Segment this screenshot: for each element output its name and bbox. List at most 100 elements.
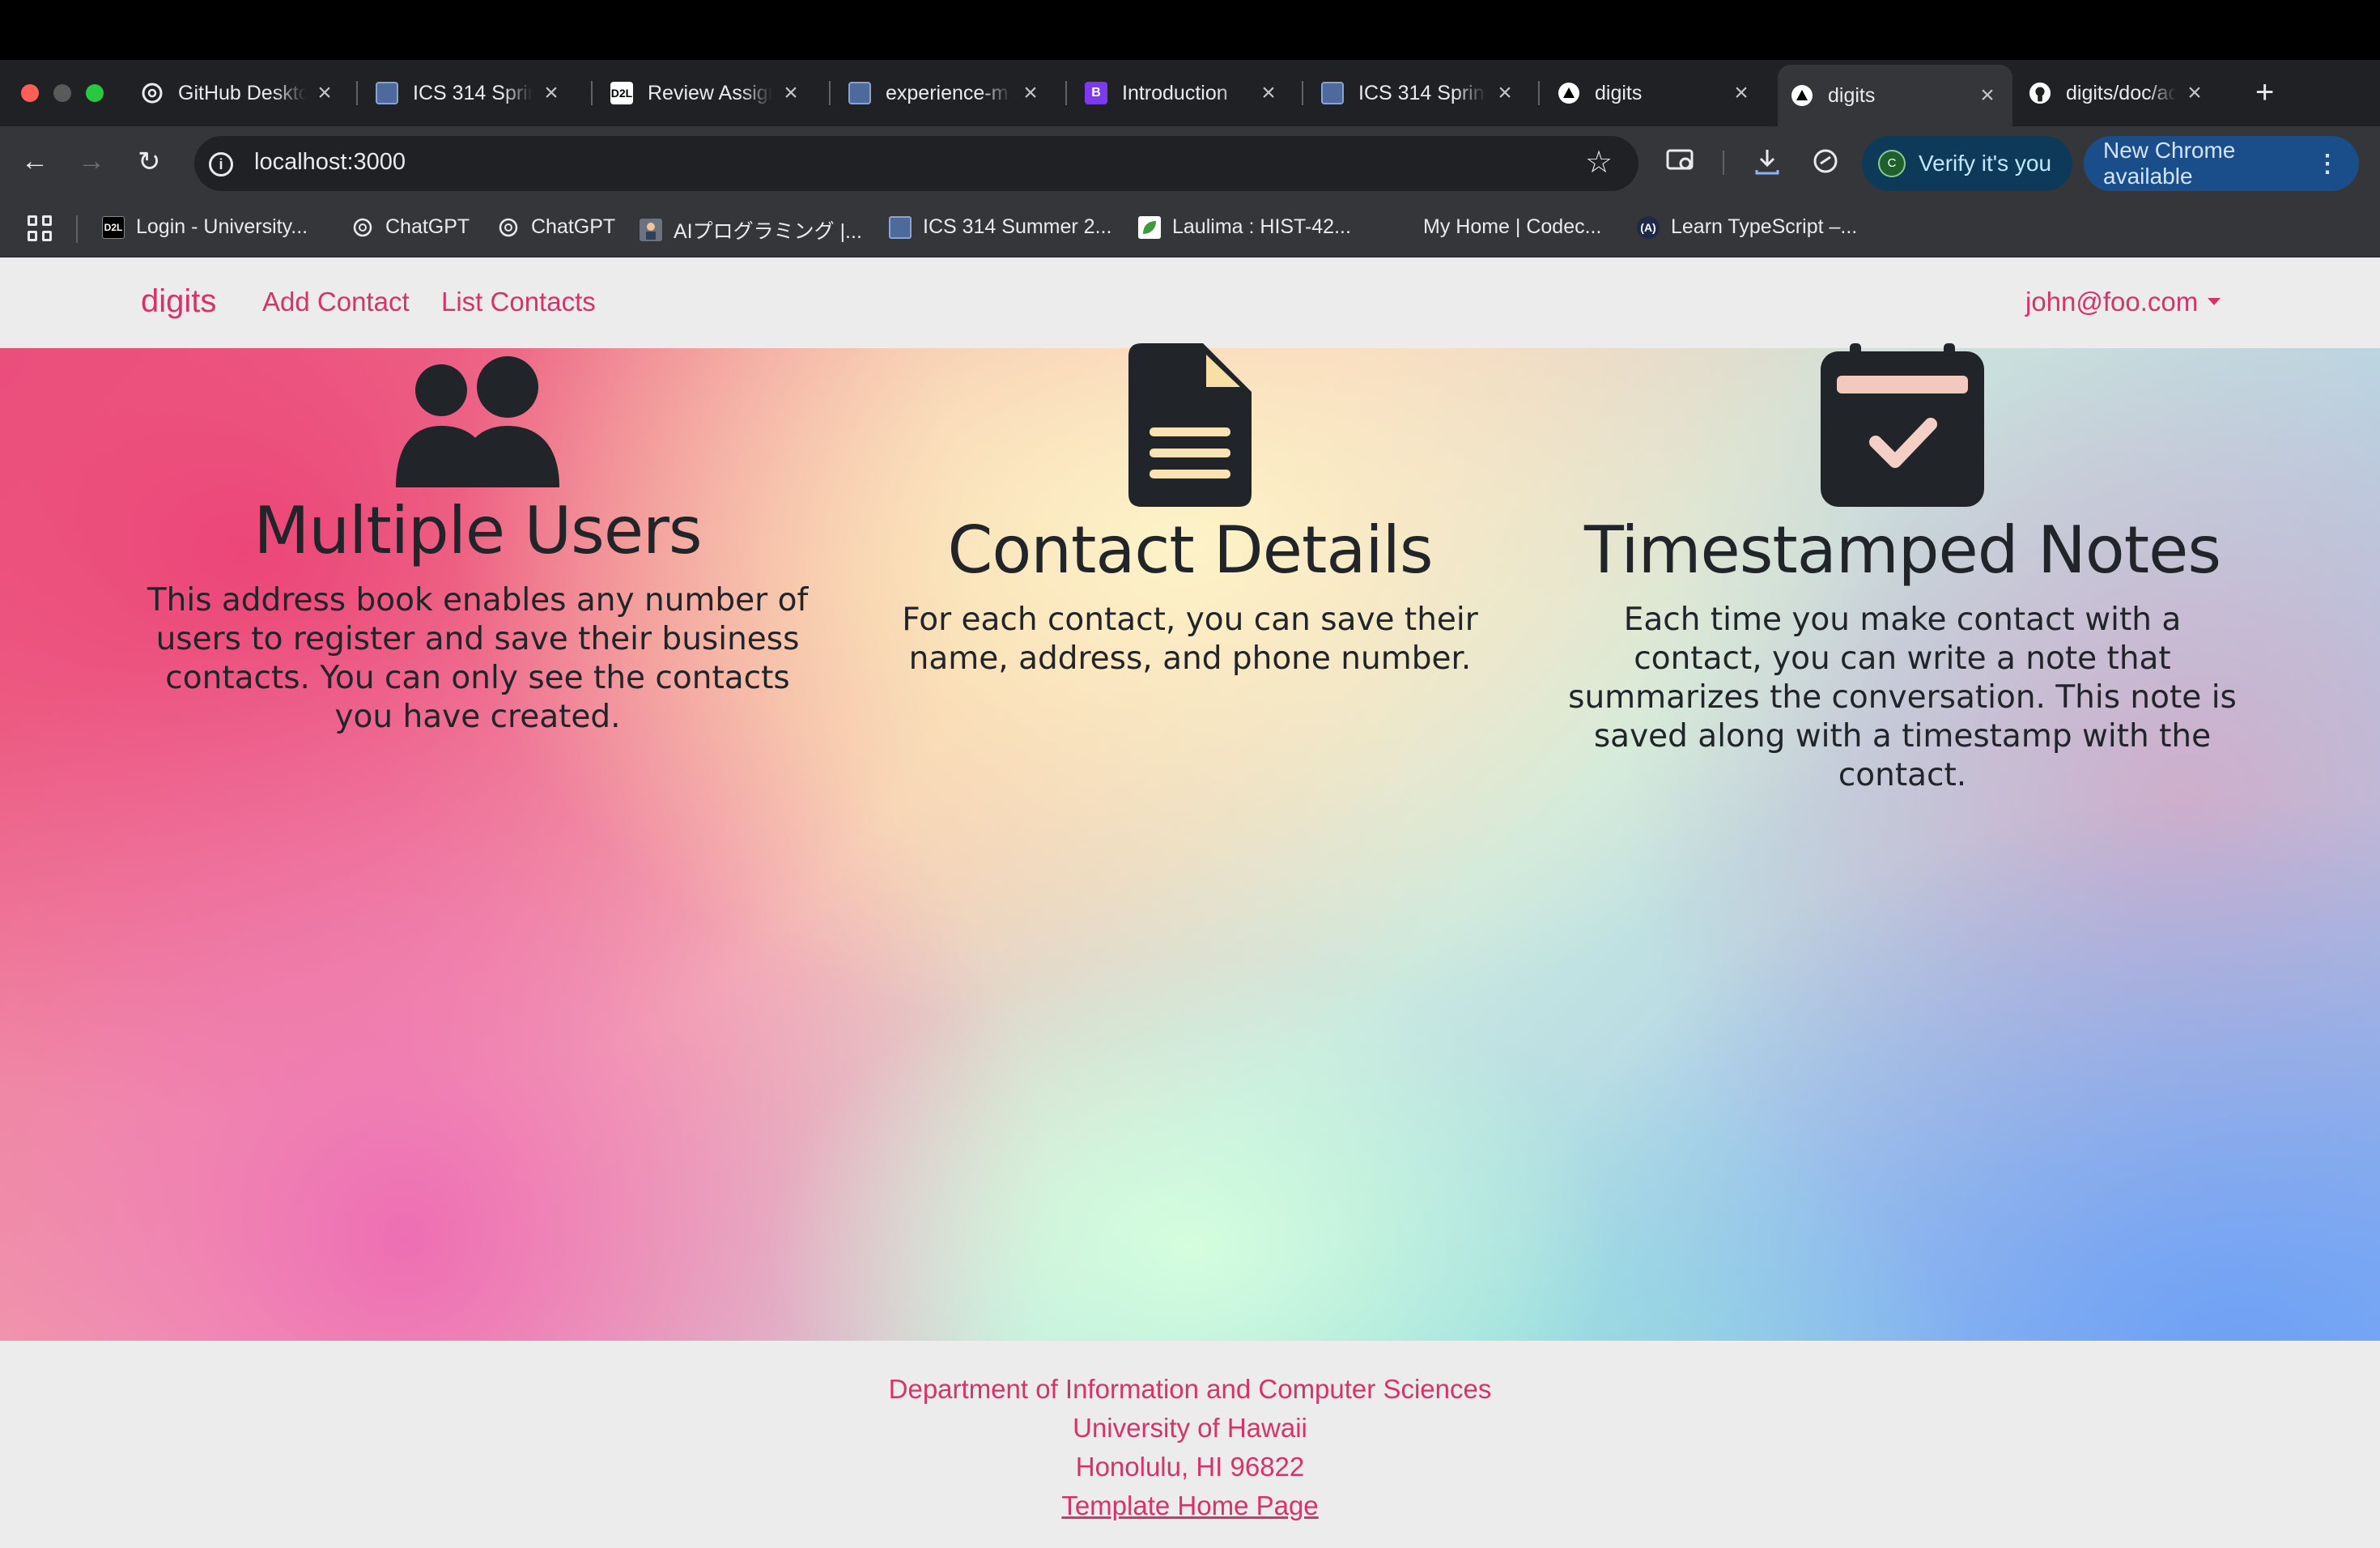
close-icon[interactable]: ×	[1018, 79, 1043, 107]
nav-list-contacts[interactable]: List Contacts	[441, 287, 596, 317]
openai-icon	[351, 216, 374, 239]
feature-description: For each contact, you can save their nam…	[902, 602, 1478, 677]
person-icon	[640, 219, 662, 241]
new-chrome-available-button[interactable]: New Chrome available ⋮	[2084, 136, 2359, 191]
close-icon[interactable]: ×	[1975, 82, 2000, 109]
bookmark-laulima-hist[interactable]: Laulima : HIST-42...	[1138, 215, 1351, 239]
bookmark-label: Learn TypeScript –...	[1671, 215, 1858, 238]
tab-review-assignments[interactable]: D2L Review Assignments ×	[597, 66, 816, 120]
tab-title: ICS 314 Spring	[413, 81, 533, 104]
bookmark-label: Login - University...	[136, 215, 308, 238]
github-icon	[2029, 82, 2051, 104]
new-chrome-label: New Chrome available	[2103, 138, 2236, 189]
tab-digits-active[interactable]: digits ×	[1778, 65, 2012, 126]
os-menubar	[0, 0, 2380, 60]
nav-add-contact[interactable]: Add Contact	[262, 287, 410, 317]
typescript-icon: (A)	[1637, 215, 1660, 239]
laulima-icon	[1321, 82, 1344, 104]
more-vert-icon[interactable]: ⋮	[2315, 150, 2340, 178]
close-icon[interactable]: ×	[1256, 79, 1281, 107]
tab-title: digits	[1595, 81, 1643, 104]
close-icon[interactable]: ×	[2182, 79, 2207, 107]
blank-icon	[1389, 216, 1412, 239]
user-dropdown[interactable]: john@foo.com	[2025, 287, 2221, 317]
tab-separator	[829, 81, 831, 105]
close-icon[interactable]: ×	[779, 79, 803, 107]
triangle-icon	[1558, 82, 1580, 104]
close-icon[interactable]: ×	[312, 79, 337, 107]
tab-experience[interactable]: experience-m ×	[835, 66, 1056, 120]
verify-label: Verify it's you	[1919, 151, 2052, 176]
tab-title: digits	[1828, 83, 1876, 107]
bookmark-label: Laulima : HIST-42...	[1172, 215, 1351, 238]
bookmark-learn-typescript[interactable]: (A) Learn TypeScript –...	[1637, 215, 1857, 239]
url-text[interactable]: localhost:3000	[254, 149, 406, 176]
openai-icon	[497, 216, 520, 239]
feature-multiple-users: Multiple Users This address book enables…	[130, 356, 826, 737]
template-home-link[interactable]: Template Home Page	[1061, 1491, 1318, 1520]
forward-button[interactable]: →	[78, 146, 105, 177]
footer-address: Honolulu, HI 96822	[1075, 1452, 1305, 1482]
tab-digits[interactable]: digits ×	[1545, 66, 1766, 120]
tab-separator	[591, 81, 593, 105]
tab-title: ICS 314 Spring	[1358, 81, 1486, 104]
bookmark-star-icon[interactable]: ☆	[1585, 144, 1613, 181]
openai-icon	[141, 82, 164, 104]
tab-separator	[1065, 81, 1067, 105]
feature-title: Multiple Users	[253, 493, 702, 568]
bookmark-ai-programming[interactable]: AIプログラミング |...	[640, 215, 862, 245]
leaf-icon	[1138, 215, 1161, 239]
file-icon	[1128, 343, 1252, 507]
tab-separator	[1302, 81, 1303, 105]
triangle-icon	[1791, 84, 1813, 107]
profile-avatar: C	[1878, 150, 1906, 177]
toolbar-separator	[1723, 151, 1724, 175]
bookmark-separator	[76, 215, 78, 243]
tab-ics314-spring-2[interactable]: ICS 314 Spring ×	[1308, 66, 1530, 120]
bootstrap-icon: B	[1085, 82, 1107, 104]
tab-separator	[356, 81, 358, 105]
close-icon[interactable]: ×	[1729, 79, 1753, 107]
maximize-window-button[interactable]	[86, 84, 104, 102]
footer-department: Department of Information and Computer S…	[888, 1374, 1492, 1404]
tab-separator	[1538, 81, 1540, 105]
tab-introduction[interactable]: B Introduction ×	[1072, 66, 1294, 120]
laulima-icon	[848, 82, 871, 104]
tab-github-doc[interactable]: digits/doc/ad ×	[2016, 66, 2220, 120]
d2l-icon: D2L	[610, 82, 633, 104]
back-button[interactable]: ←	[21, 146, 49, 177]
bookmark-label: My Home | Codec...	[1423, 215, 1602, 238]
brand-link[interactable]: digits	[141, 283, 216, 320]
bookmark-codecademy[interactable]: My Home | Codec...	[1389, 215, 1601, 239]
feature-timestamped-notes: Timestamped Notes Each time you make con…	[1554, 343, 2250, 795]
users-icon	[396, 356, 559, 487]
site-info-icon[interactable]: i	[209, 152, 233, 176]
close-icon[interactable]: ×	[1493, 79, 1517, 107]
verify-identity-button[interactable]: C Verify it's you	[1862, 136, 2073, 191]
bookmark-login-university[interactable]: D2L Login - University...	[102, 215, 308, 239]
bookmark-label: AIプログラミング |...	[674, 220, 862, 243]
bookmark-ics314-summer[interactable]: ICS 314 Summer 2...	[889, 215, 1111, 239]
bookmark-label: ChatGPT	[531, 215, 616, 238]
tab-title: GitHub Desktop	[178, 81, 306, 104]
bookmark-chatgpt-2[interactable]: ChatGPT	[497, 215, 615, 239]
address-bar[interactable]	[194, 136, 1638, 191]
tab-ics314-spring[interactable]: ICS 314 Spring ×	[363, 66, 576, 120]
reload-button[interactable]: ↻	[138, 146, 161, 178]
laulima-icon	[889, 215, 912, 239]
minimize-window-button[interactable]	[53, 84, 71, 102]
tab-github-desktop[interactable]: GitHub Desktop ×	[128, 66, 350, 120]
bookmark-label: ICS 314 Summer 2...	[923, 215, 1112, 238]
new-tab-button[interactable]: +	[2255, 74, 2274, 111]
feature-description: Each time you make contact with a contac…	[1568, 602, 2237, 793]
tab-title: experience-m	[886, 81, 1009, 104]
close-icon[interactable]: ×	[539, 79, 563, 107]
apps-grid-icon[interactable]	[28, 215, 53, 241]
cast-icon[interactable]	[1666, 147, 1695, 180]
close-window-button[interactable]	[21, 84, 39, 102]
bookmark-chatgpt[interactable]: ChatGPT	[351, 215, 470, 239]
extensions-icon[interactable]	[1812, 147, 1839, 181]
download-icon[interactable]	[1753, 147, 1781, 183]
feature-contact-details: Contact Details For each contact, you ca…	[842, 343, 1538, 678]
caret-down-icon	[2208, 297, 2221, 305]
